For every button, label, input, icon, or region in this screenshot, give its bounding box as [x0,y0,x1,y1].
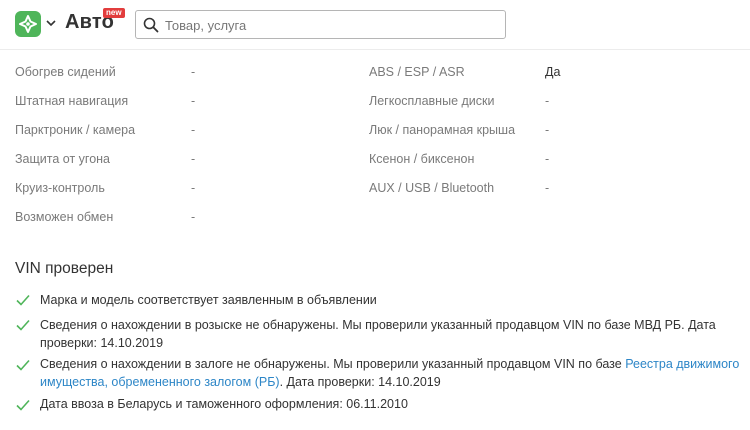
spec-label: AUX / USB / Bluetooth [369,181,495,195]
spec-label: Штатная навигация [15,94,129,108]
search-box[interactable] [135,10,506,39]
spec-label: Круиз-контроль [15,181,105,195]
spec-value: - [191,65,196,79]
new-badge: new [103,8,125,18]
spec-label: Парктроник / камера [15,123,136,137]
spec-label: Легкосплавные диски [369,94,495,108]
check-icon [16,359,30,371]
top-header: Авто new [0,0,750,50]
spec-value: - [545,123,550,137]
spec-value: - [191,94,196,108]
spec-value: - [191,123,196,137]
logo-icon[interactable] [15,11,41,37]
spec-label: Ксенон / биксенон [369,152,475,166]
search-input[interactable] [165,15,495,35]
vin-check-text: Сведения о нахождении в залоге не обнару… [40,357,626,371]
vin-check-text: . Дата проверки: 14.10.2019 [279,375,441,389]
vin-check-item: Сведения о нахождении в розыске не обнар… [40,318,716,350]
spec-label: Возможен обмен [15,210,114,224]
vin-check-item: Марка и модель соответствует заявленным … [40,293,377,307]
spec-value: - [545,94,550,108]
spec-value: - [191,210,196,224]
spec-label: Обогрев сидений [15,65,116,79]
vin-check-item: Дата ввоза в Беларусь и таможенного офор… [40,397,408,411]
vin-check-item: Сведения о нахождении в залоге не обнару… [40,355,740,391]
spec-label: ABS / ESP / ASR [369,65,465,79]
search-icon [143,17,159,33]
spec-value: - [191,152,196,166]
spec-value: - [545,152,550,166]
spec-value: - [191,181,196,195]
vin-section-title: VIN проверен [15,260,114,277]
spec-label: Люк / панорамная крыша [369,123,516,137]
spec-value: - [545,181,550,195]
check-icon [16,294,30,306]
spec-value: Да [545,65,561,79]
check-icon [16,319,30,331]
spec-label: Защита от угона [15,152,110,166]
check-icon [16,399,30,411]
chevron-down-icon[interactable] [45,15,57,31]
